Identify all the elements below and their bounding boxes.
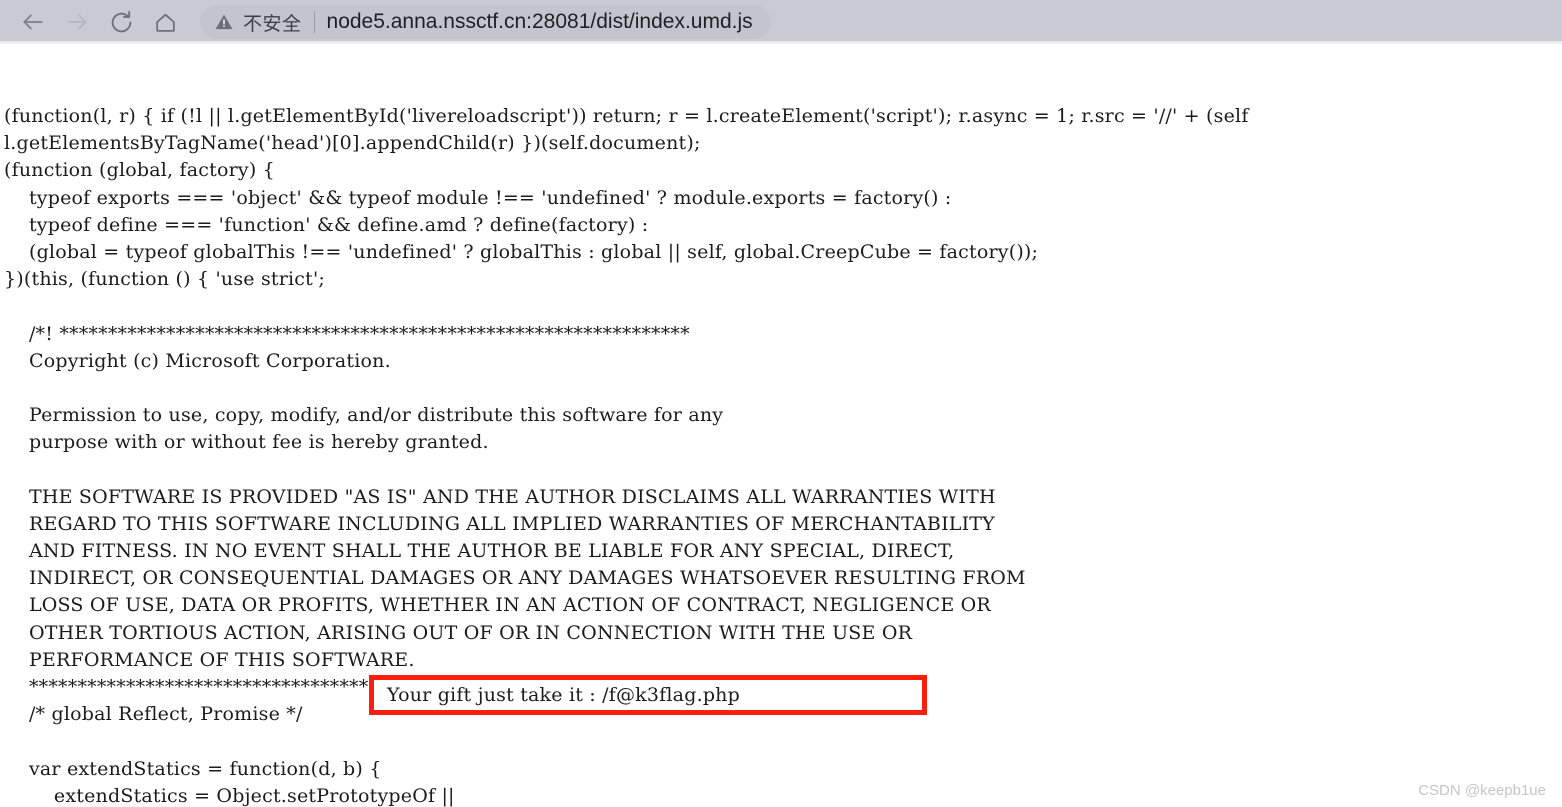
omnibox-divider [313,11,315,33]
back-arrow-icon [23,14,43,30]
code-line: OTHER TORTIOUS ACTION, ARISING OUT OF OR… [4,621,913,644]
flag-annotation-text: Your gift just take it : /f@k3flag.php [387,684,740,706]
home-button[interactable] [146,3,184,41]
code-line: typeof define === 'function' && define.a… [4,213,649,236]
code-line: LOSS OF USE, DATA OR PROFITS, WHETHER IN… [4,594,991,617]
watermark: CSDN @keepb1ue [1418,782,1546,799]
forward-button[interactable] [58,3,96,41]
back-button[interactable] [14,3,52,41]
reload-button[interactable] [102,3,140,41]
code-line: extendStatics = Object.setPrototypeOf || [4,784,455,807]
flag-annotation-box: Your gift just take it : /f@k3flag.php [369,675,927,715]
code-line: })(this, (function () { 'use strict'; [4,268,326,291]
code-line: /*! ************************************… [4,322,690,345]
page-content: (function(l, r) { if (!l || l.getElement… [0,44,1562,807]
code-line: (global = typeof globalThis !== 'undefin… [4,240,1039,263]
code-line: AND FITNESS. IN NO EVENT SHALL THE AUTHO… [4,540,955,562]
code-line: (function (global, factory) { [4,159,275,182]
address-bar[interactable]: 不安全 node5.anna.nssctf.cn:28081/dist/inde… [200,5,771,39]
home-icon [155,13,175,32]
forward-arrow-icon [67,14,87,30]
code-line: purpose with or without fee is hereby gr… [4,431,489,454]
reload-icon [111,10,131,32]
warning-triangle-icon [214,12,234,32]
code-line: THE SOFTWARE IS PROVIDED "AS IS" AND THE… [4,485,996,508]
code-line: INDIRECT, OR CONSEQUENTIAL DAMAGES OR AN… [4,567,1026,590]
code-line: Copyright (c) Microsoft Corporation. [4,349,391,372]
code-line: typeof exports === 'object' && typeof mo… [4,186,952,209]
code-line: (function(l, r) { if (!l || l.getElement… [4,105,1249,127]
code-line: REGARD TO THIS SOFTWARE INCLUDING ALL IM… [4,512,995,535]
code-line: PERFORMANCE OF THIS SOFTWARE. [4,648,415,671]
code-line: l.getElementsByTagName('head')[0].append… [4,132,701,155]
browser-toolbar: 不安全 node5.anna.nssctf.cn:28081/dist/inde… [0,0,1562,44]
url-text[interactable]: node5.anna.nssctf.cn:28081/dist/index.um… [327,10,753,34]
code-line: var extendStatics = function(d, b) { [4,757,382,780]
code-line: Permission to use, copy, modify, and/or … [4,404,724,427]
security-status-text: 不安全 [243,13,302,35]
